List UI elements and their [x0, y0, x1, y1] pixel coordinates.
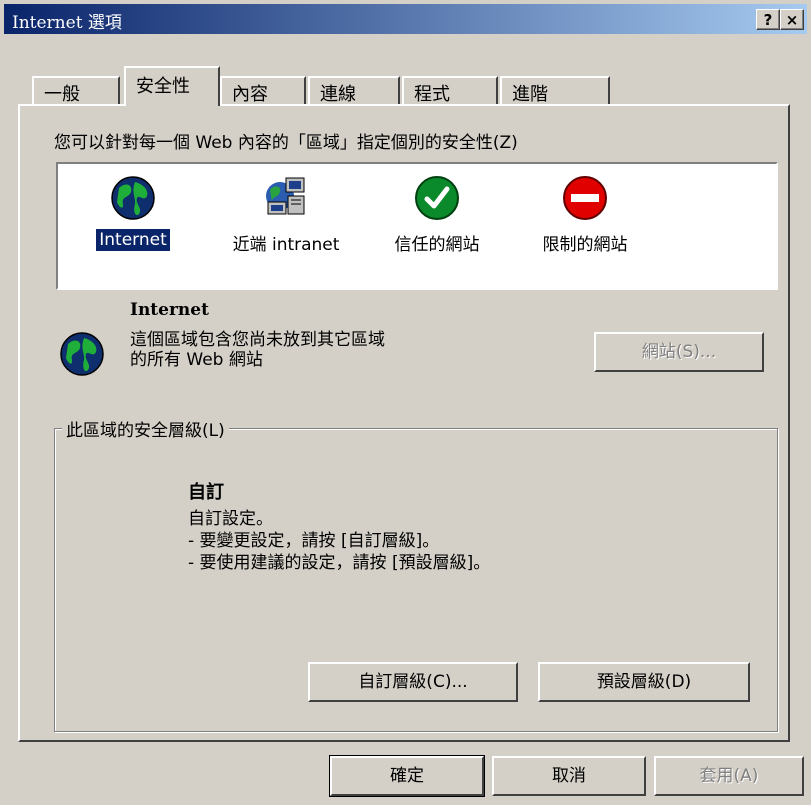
cancel-button[interactable]: 取消 — [492, 756, 646, 796]
title-bar[interactable]: Internet 選項 ? × — [4, 4, 807, 34]
tab-label: 內容 — [232, 84, 268, 105]
zone-restricted-sites[interactable]: 限制的網站 — [520, 174, 650, 255]
green-check-icon — [413, 174, 461, 222]
zone-instructions: 您可以針對每一個 Web 內容的「區域」指定個別的安全性(Z) — [54, 133, 518, 153]
zone-label: 信任的網站 — [394, 235, 480, 255]
default-level-button[interactable]: 預設層級(D) — [538, 662, 750, 702]
zone-label: 限制的網站 — [542, 235, 628, 255]
tab-label: 一般 — [44, 84, 80, 105]
button-label: 預設層級(D) — [596, 672, 692, 692]
zone-label: 近端 intranet — [232, 235, 340, 255]
security-level-name: 自訂 — [188, 482, 224, 503]
tab-label: 連線 — [320, 84, 356, 105]
red-no-entry-icon — [561, 174, 609, 222]
tab-general[interactable]: 一般 — [32, 76, 120, 105]
security-level-group-title: 此區域的安全層級(L) — [62, 416, 229, 441]
tab-security[interactable]: 安全性 — [124, 66, 220, 106]
custom-level-button[interactable]: 自訂層級(C)... — [308, 662, 518, 702]
apply-button[interactable]: 套用(A) — [654, 756, 804, 796]
button-label: 取消 — [552, 766, 586, 786]
close-button[interactable]: × — [780, 9, 804, 30]
button-label: 網站(S)... — [641, 342, 717, 362]
zone-internet[interactable]: Internet — [88, 174, 178, 252]
tab-connections[interactable]: 連線 — [308, 76, 400, 105]
zone-local-intranet[interactable]: 近端 intranet — [216, 174, 356, 255]
globe-icon — [58, 330, 106, 378]
selected-zone-description: 這個區域包含您尚未放到其它區域 的所有 Web 網站 — [130, 330, 510, 370]
tab-label: 安全性 — [136, 76, 190, 97]
tab-advanced[interactable]: 進階 — [500, 76, 610, 105]
globe-icon — [109, 174, 157, 222]
tab-label: 進階 — [512, 84, 548, 105]
tab-content[interactable]: 內容 — [220, 76, 306, 105]
ok-button[interactable]: 確定 — [329, 755, 485, 797]
zone-label: Internet — [95, 228, 171, 252]
window-title: Internet 選項 — [12, 13, 122, 33]
zone-trusted-sites[interactable]: 信任的網站 — [372, 174, 502, 255]
button-label: 套用(A) — [699, 766, 759, 786]
description-line: 的所有 Web 網站 — [130, 350, 263, 370]
description-line: 這個區域包含您尚未放到其它區域 — [130, 330, 385, 350]
tab-programs[interactable]: 程式 — [402, 76, 498, 105]
tab-label: 程式 — [414, 84, 450, 105]
selected-zone-title: Internet — [130, 300, 209, 320]
sites-button[interactable]: 網站(S)... — [594, 332, 764, 372]
internet-options-dialog: Internet 選項 ? × 一般 安全性 內容 連線 程式 進階 您可以針對… — [0, 0, 811, 805]
zone-list[interactable]: Internet 近端 intranet 信任的網站 限制的網站 — [56, 162, 778, 290]
button-label: 確定 — [390, 766, 424, 786]
network-computers-icon — [262, 174, 310, 222]
security-level-line: - 要使用建議的設定，請按 [預設層級]。 — [188, 553, 491, 573]
button-label: 自訂層級(C)... — [358, 672, 468, 692]
help-button[interactable]: ? — [756, 9, 780, 30]
